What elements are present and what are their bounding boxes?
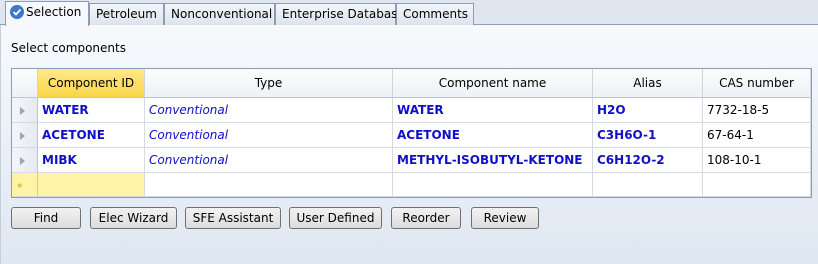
cell-alias[interactable]: C6H12O-2 [593, 148, 703, 173]
tab-selection[interactable]: Selection [5, 1, 89, 26]
user-defined-button[interactable]: User Defined [289, 207, 382, 229]
tab-label: Petroleum [96, 7, 157, 21]
table-row[interactable]: MIBK Conventional METHYL-ISOBUTYL-KETONE… [12, 148, 811, 173]
column-header-component-id[interactable]: Component ID [38, 69, 145, 98]
row-header[interactable] [12, 148, 38, 173]
cell-component-id[interactable]: ACETONE [38, 123, 145, 148]
star-icon: * [17, 181, 23, 194]
new-cell-cas-number[interactable] [703, 173, 811, 197]
tab-comments[interactable]: Comments [396, 3, 474, 25]
new-cell-type[interactable] [145, 173, 393, 197]
row-arrow-icon [20, 107, 25, 115]
column-header-type[interactable]: Type [145, 69, 393, 98]
review-button[interactable]: Review [471, 207, 539, 229]
new-row[interactable]: * [12, 173, 811, 197]
table-row[interactable]: ACETONE Conventional ACETONE C3H6O-1 67-… [12, 123, 811, 148]
check-circle-icon [10, 5, 24, 19]
new-cell-alias[interactable] [593, 173, 703, 197]
column-header-component-name[interactable]: Component name [393, 69, 593, 98]
components-grid: Component ID Type Component name Alias C… [11, 68, 812, 198]
selection-panel: Select components Component ID Type Comp… [0, 25, 818, 264]
grid-corner [12, 69, 38, 98]
tab-label: Nonconventional [171, 7, 273, 21]
cell-cas-number[interactable]: 108-10-1 [703, 148, 811, 173]
cell-type[interactable]: Conventional [145, 123, 393, 148]
tab-label: Enterprise Database [282, 7, 405, 21]
cell-alias[interactable]: H2O [593, 98, 703, 123]
tab-strip: Selection Petroleum Nonconventional Ente… [0, 0, 818, 26]
row-header[interactable]: * [12, 173, 38, 197]
cell-component-name[interactable]: ACETONE [393, 123, 593, 148]
row-arrow-icon [20, 132, 25, 140]
tab-label: Selection [26, 5, 82, 19]
reorder-button[interactable]: Reorder [391, 207, 461, 229]
cell-component-id[interactable]: WATER [38, 98, 145, 123]
cell-component-name[interactable]: METHYL-ISOBUTYL-KETONE [393, 148, 593, 173]
cell-cas-number[interactable]: 67-64-1 [703, 123, 811, 148]
grid-header-row: Component ID Type Component name Alias C… [12, 69, 811, 98]
cell-type[interactable]: Conventional [145, 148, 393, 173]
tab-petroleum[interactable]: Petroleum [89, 3, 164, 25]
cell-component-id[interactable]: MIBK [38, 148, 145, 173]
cell-type[interactable]: Conventional [145, 98, 393, 123]
tab-nonconventional[interactable]: Nonconventional [164, 3, 275, 25]
cell-component-name[interactable]: WATER [393, 98, 593, 123]
column-header-alias[interactable]: Alias [593, 69, 703, 98]
find-button[interactable]: Find [11, 207, 81, 229]
cell-alias[interactable]: C3H6O-1 [593, 123, 703, 148]
cell-cas-number[interactable]: 7732-18-5 [703, 98, 811, 123]
row-arrow-icon [20, 157, 25, 165]
tab-label: Comments [403, 7, 469, 21]
new-cell-component-name[interactable] [393, 173, 593, 197]
tab-enterprise-database[interactable]: Enterprise Database [275, 3, 405, 25]
row-header[interactable] [12, 123, 38, 148]
table-row[interactable]: WATER Conventional WATER H2O 7732-18-5 [12, 98, 811, 123]
section-label: Select components [11, 41, 126, 55]
new-cell-component-id[interactable] [38, 173, 145, 197]
sfe-assistant-button[interactable]: SFE Assistant [185, 207, 281, 229]
column-header-cas-number[interactable]: CAS number [703, 69, 811, 98]
elec-wizard-button[interactable]: Elec Wizard [90, 207, 177, 229]
row-header[interactable] [12, 98, 38, 123]
